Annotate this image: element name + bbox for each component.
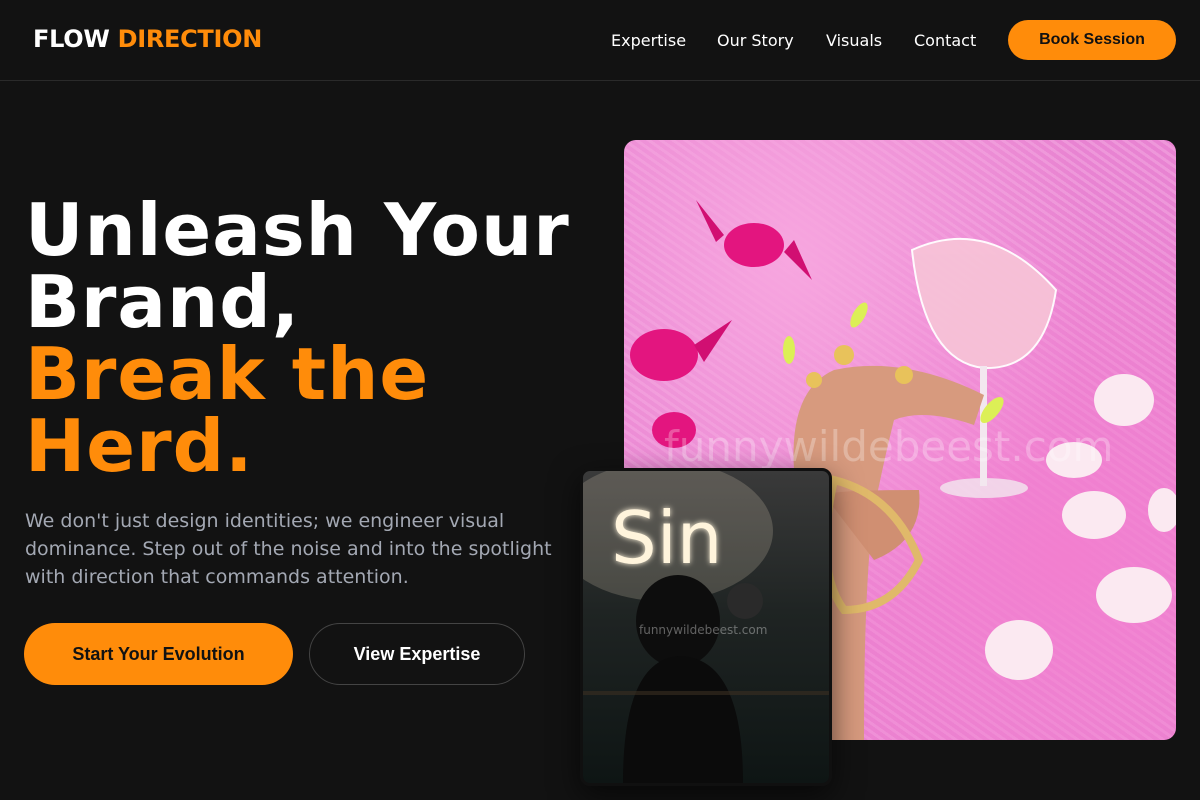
navbar: FLOW DIRECTION Expertise Our Story Visua… [0,0,1200,81]
nav-link-our-story[interactable]: Our Story [717,30,794,52]
petals-icon [985,374,1176,680]
headline-line-3: Break the [25,332,430,416]
nav-link-expertise[interactable]: Expertise [611,30,686,52]
nav-link-contact[interactable]: Contact [914,30,976,52]
candy-icon [630,320,732,381]
nav-link-visuals[interactable]: Visuals [826,30,882,52]
start-evolution-button[interactable]: Start Your Evolution [24,623,293,685]
headline-line-4: Herd. [25,404,254,488]
headline-line-1: Unleash Your [25,188,570,272]
book-session-button[interactable]: Book Session [1008,20,1176,60]
hero-image-small: Sin funnywildebeest.com [580,468,832,786]
headline-line-2: Brand, [25,260,301,344]
hero-headline: Unleash Your Brand, Break the Herd. [25,194,585,482]
image-watermark: funnywildebeest.com [664,422,1114,471]
neon-sign: Sin [611,496,722,580]
hero-subtext: We don't just design identities; we engi… [25,510,552,588]
candy-icon [696,200,812,280]
image-watermark-small: funnywildebeest.com [639,623,768,637]
logo-text-accent: DIRECTION [117,25,263,53]
logo-text-primary: FLOW [33,25,110,53]
logo[interactable]: FLOW DIRECTION [33,24,262,54]
view-expertise-button[interactable]: View Expertise [309,623,525,685]
